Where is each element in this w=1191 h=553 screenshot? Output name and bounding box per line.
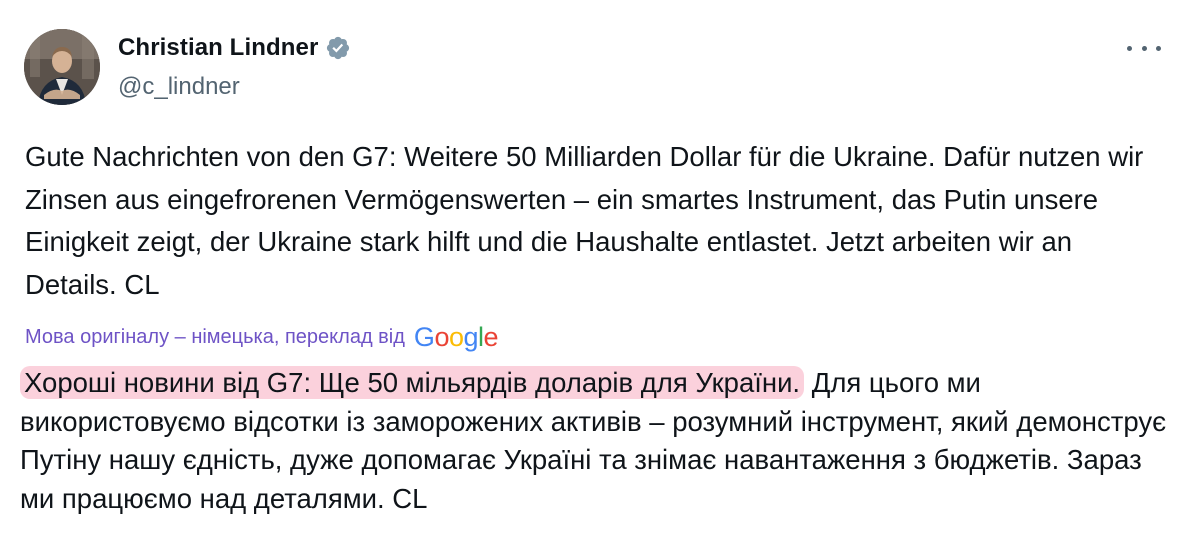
dot: [1127, 45, 1132, 51]
author-row: Christian Lindner: [118, 34, 351, 62]
google-logo: Google: [413, 322, 499, 353]
more-options-icon[interactable]: [1127, 38, 1161, 58]
tweet-text: Gute Nachrichten von den G7: Weitere 50 …: [25, 141, 1144, 300]
translation-note[interactable]: Мова оригіналу – німецька, переклад від: [25, 326, 405, 349]
translation-attribution: Мова оригіналу – німецька, переклад від …: [25, 322, 499, 353]
author-handle[interactable]: @c_lindner: [118, 73, 240, 101]
dot: [1156, 45, 1161, 51]
author-name[interactable]: Christian Lindner: [118, 34, 318, 62]
google-logo-letter: o: [448, 322, 464, 352]
verified-badge-icon[interactable]: [325, 35, 351, 61]
highlighted-translation: Хороші новини від G7: Ще 50 мільярдів до…: [20, 366, 805, 399]
translated-text: Хороші новини від G7: Ще 50 мільярдів до…: [20, 364, 1170, 518]
dot: [1141, 45, 1147, 51]
google-logo-letter: o: [434, 322, 449, 352]
profile-photo: [24, 29, 100, 105]
avatar[interactable]: [24, 29, 100, 105]
google-logo-letter: e: [483, 322, 499, 352]
google-logo-letter: G: [413, 322, 435, 352]
google-logo-letter: g: [463, 322, 479, 352]
